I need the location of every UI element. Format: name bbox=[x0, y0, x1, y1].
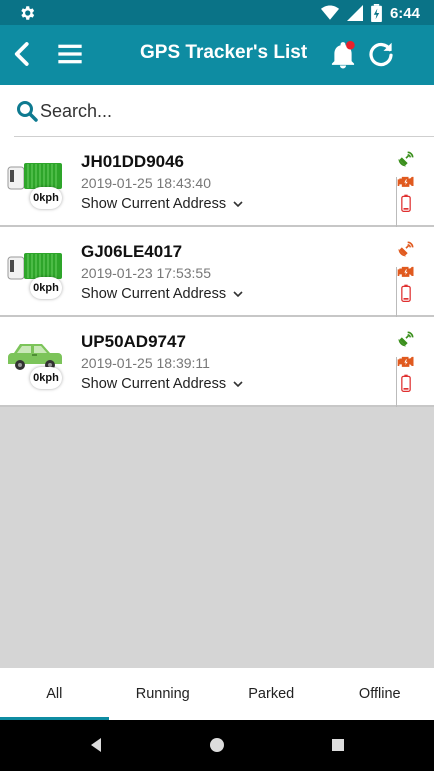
vehicle-plate: GJ06LE4017 bbox=[81, 242, 183, 261]
status-bar: 6:44 bbox=[0, 0, 434, 25]
tab-all[interactable]: All bbox=[0, 668, 109, 720]
tracker-card[interactable]: 0kph JH01DD9046 2019-01-25 18:43:40 Show… bbox=[0, 137, 434, 227]
search-input[interactable] bbox=[40, 97, 400, 125]
show-address-toggle[interactable]: Show Current Address bbox=[81, 376, 244, 392]
satellite-icon bbox=[398, 241, 414, 257]
satellite-icon bbox=[398, 151, 414, 167]
tracker-list: 0kph JH01DD9046 2019-01-25 18:43:40 Show… bbox=[0, 137, 434, 407]
divider bbox=[396, 267, 397, 317]
search-bar bbox=[0, 85, 434, 137]
app-bar: GPS Tracker's List bbox=[0, 25, 434, 85]
cell-signal-icon bbox=[346, 5, 363, 21]
refresh-icon[interactable] bbox=[366, 39, 396, 69]
status-time: 6:44 bbox=[389, 4, 420, 22]
back-arrow-icon[interactable] bbox=[8, 39, 38, 69]
filter-tabs: All Running Parked Offline bbox=[0, 668, 434, 720]
system-nav-bar bbox=[0, 720, 434, 771]
speed-badge: 0kph bbox=[30, 367, 62, 389]
last-update-time: 2019-01-23 17:53:55 bbox=[81, 265, 211, 281]
show-address-toggle[interactable]: Show Current Address bbox=[81, 286, 244, 302]
speed-badge: 0kph bbox=[30, 187, 62, 209]
vehicle-plate: UP50AD9747 bbox=[81, 332, 186, 351]
speed-badge: 0kph bbox=[30, 277, 62, 299]
settings-gear-icon bbox=[21, 6, 35, 20]
divider bbox=[396, 357, 397, 407]
notification-bell-icon[interactable] bbox=[328, 39, 358, 71]
engine-icon bbox=[397, 266, 414, 277]
show-address-label: Show Current Address bbox=[81, 196, 227, 212]
tab-offline[interactable]: Offline bbox=[326, 668, 434, 720]
status-icons bbox=[394, 149, 418, 213]
divider bbox=[396, 177, 397, 227]
show-address-label: Show Current Address bbox=[81, 376, 227, 392]
nav-recents-icon[interactable] bbox=[330, 737, 346, 753]
search-icon bbox=[17, 101, 38, 122]
chevron-down-icon bbox=[233, 381, 243, 388]
engine-icon bbox=[397, 176, 414, 187]
last-update-time: 2019-01-25 18:43:40 bbox=[81, 175, 211, 191]
nav-back-icon[interactable] bbox=[88, 737, 104, 753]
wifi-icon bbox=[320, 5, 339, 20]
status-icons bbox=[394, 239, 418, 303]
show-address-toggle[interactable]: Show Current Address bbox=[81, 196, 244, 212]
last-update-time: 2019-01-25 18:39:11 bbox=[81, 355, 210, 371]
show-address-label: Show Current Address bbox=[81, 286, 227, 302]
battery-low-icon bbox=[401, 194, 411, 212]
tab-running[interactable]: Running bbox=[109, 668, 218, 720]
tab-parked[interactable]: Parked bbox=[217, 668, 326, 720]
satellite-icon bbox=[398, 331, 414, 347]
tracker-card[interactable]: 0kph UP50AD9747 2019-01-25 18:39:11 Show… bbox=[0, 317, 434, 407]
vehicle-plate: JH01DD9046 bbox=[81, 152, 185, 171]
status-icons bbox=[394, 329, 418, 393]
chevron-down-icon bbox=[233, 201, 243, 208]
menu-icon[interactable] bbox=[56, 40, 84, 68]
nav-home-icon[interactable] bbox=[209, 737, 225, 753]
battery-low-icon bbox=[401, 374, 411, 392]
engine-icon bbox=[397, 356, 414, 367]
chevron-down-icon bbox=[233, 291, 243, 298]
tracker-card[interactable]: 0kph GJ06LE4017 2019-01-23 17:53:55 Show… bbox=[0, 227, 434, 317]
battery-low-icon bbox=[401, 284, 411, 302]
battery-charging-icon bbox=[371, 4, 382, 22]
page-title: GPS Tracker's List bbox=[140, 42, 308, 63]
